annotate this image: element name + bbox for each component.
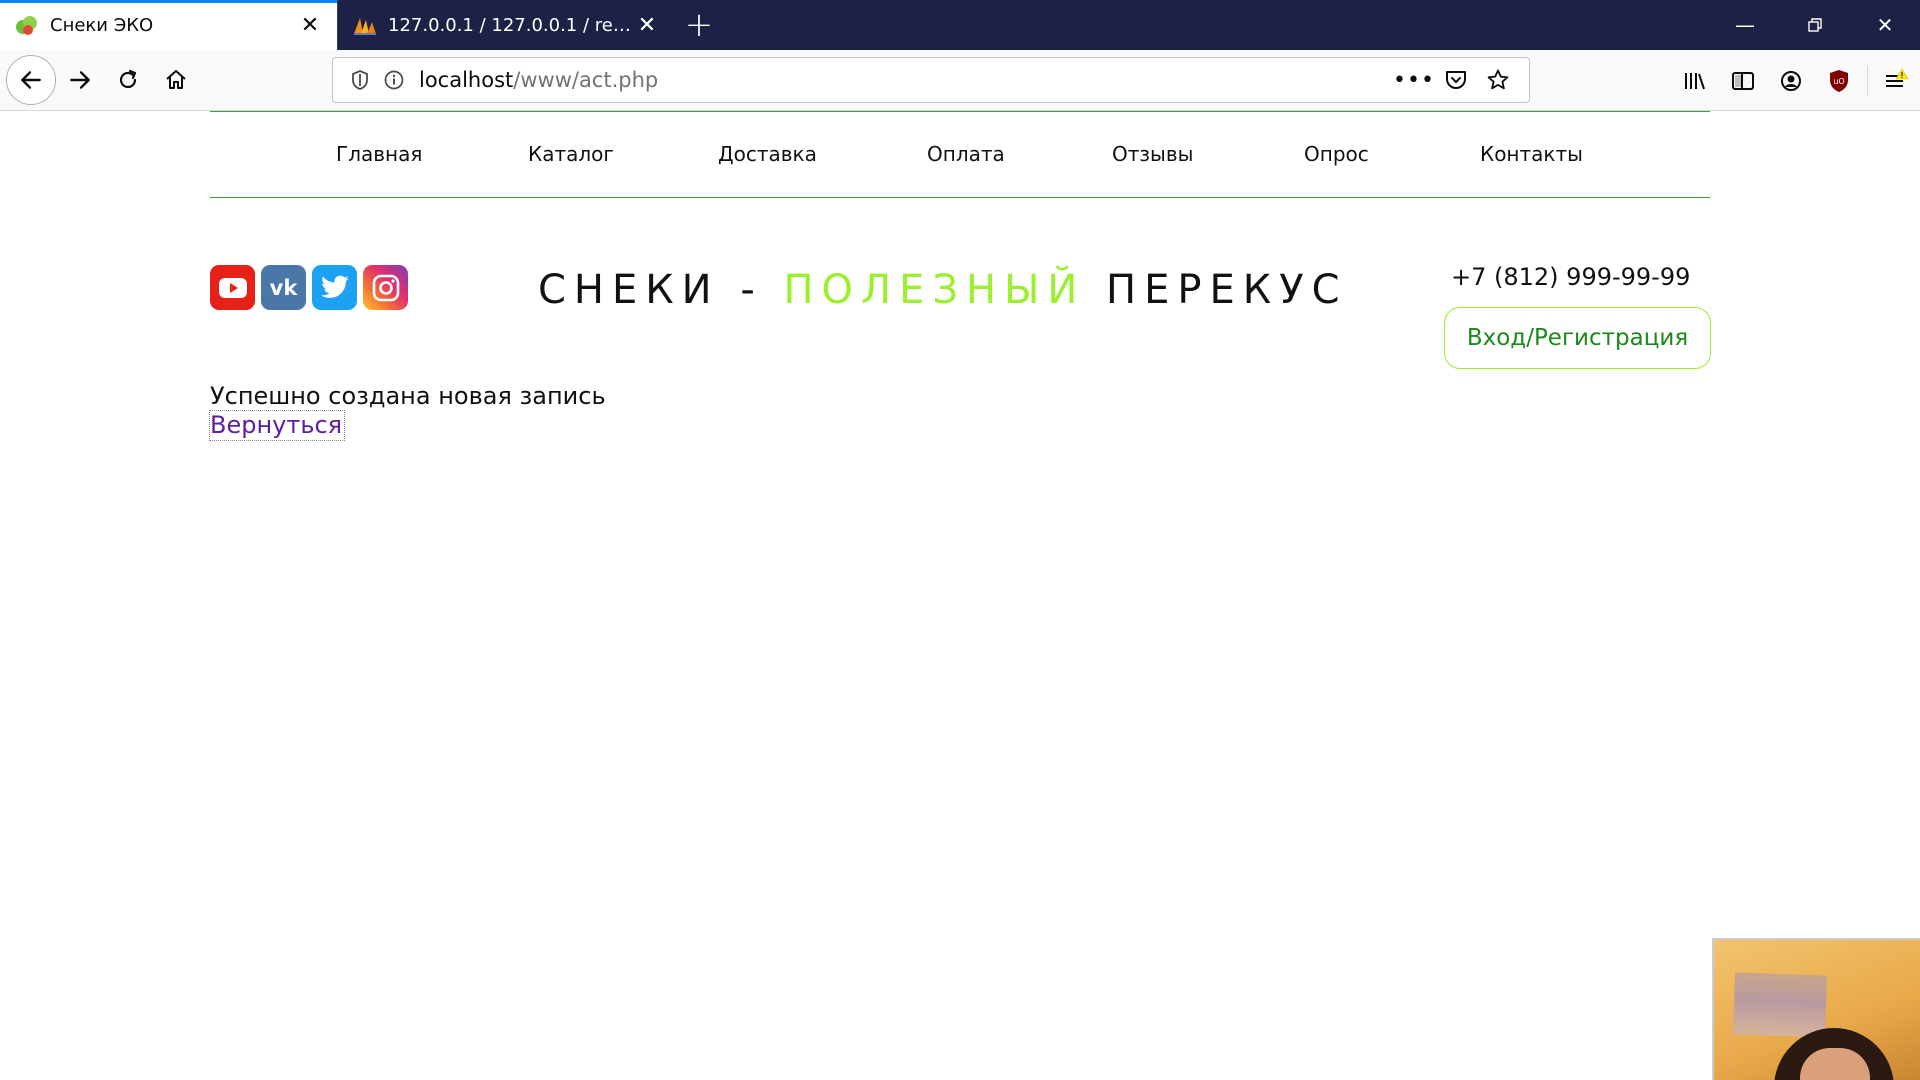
navigation-toolbar: localhost/www/act.php ••• uO xyxy=(0,50,1920,111)
toolbar-separator xyxy=(1867,65,1868,96)
arrow-left-icon xyxy=(21,71,41,89)
phpmyadmin-favicon-icon xyxy=(354,18,376,35)
ublock-origin-icon[interactable]: uO xyxy=(1815,57,1863,105)
status-message: Успешно создана новая запись xyxy=(210,382,606,410)
login-register-button[interactable]: Вход/Регистрация xyxy=(1444,307,1711,369)
social-links: vk xyxy=(210,265,408,310)
home-icon xyxy=(166,70,186,89)
site-menu: Главная Каталог Доставка Оплата Отзывы О… xyxy=(210,111,1710,198)
wall-picture xyxy=(1732,972,1828,1038)
site-slogan: СНЕКИ - ПОЛЕЗНЫЙ ПЕРЕКУС xyxy=(538,267,1348,313)
phone-number: +7 (812) 999-99-99 xyxy=(1451,263,1691,291)
menu-item-delivery[interactable]: Доставка xyxy=(718,142,817,166)
pocket-icon[interactable] xyxy=(1435,69,1477,91)
back-button[interactable] xyxy=(6,55,56,105)
menu-item-home[interactable]: Главная xyxy=(336,142,422,166)
webcam-overlay xyxy=(1712,938,1920,1080)
bookmark-star-icon[interactable] xyxy=(1477,68,1519,92)
instagram-icon[interactable] xyxy=(363,265,408,310)
twitter-icon[interactable] xyxy=(312,265,357,310)
back-link[interactable]: Вернуться xyxy=(208,410,346,441)
reload-button[interactable] xyxy=(104,56,152,104)
hamburger-menu-icon[interactable] xyxy=(1872,57,1920,105)
reload-icon xyxy=(119,69,137,89)
tab-active[interactable]: Снеки ЭКО ✕ xyxy=(0,0,337,50)
slogan-part-1: СНЕКИ - xyxy=(538,267,784,313)
page-actions-icon[interactable]: ••• xyxy=(1393,68,1435,93)
arrow-right-icon xyxy=(70,71,90,89)
tab-title: 127.0.0.1 / 127.0.0.1 / register_f xyxy=(388,14,634,36)
new-tab-button[interactable]: + xyxy=(674,0,724,50)
toolbar-right: uO xyxy=(1671,50,1920,111)
window-controls: — ✕ xyxy=(1710,0,1920,50)
tab-inactive[interactable]: 127.0.0.1 / 127.0.0.1 / register_f ✕ xyxy=(337,0,674,50)
close-tab-icon[interactable]: ✕ xyxy=(297,12,323,38)
close-window-icon[interactable]: ✕ xyxy=(1850,0,1920,50)
slogan-highlight: ПОЛЕЗНЫЙ xyxy=(783,267,1086,313)
page-viewport: Главная Каталог Доставка Оплата Отзывы О… xyxy=(0,111,1920,1080)
info-icon[interactable] xyxy=(377,69,411,91)
vk-icon[interactable]: vk xyxy=(261,265,306,310)
url-path: /www/act.php xyxy=(513,68,659,92)
url-host: localhost xyxy=(419,68,514,92)
tab-bar: Снеки ЭКО ✕ 127.0.0.1 / 127.0.0.1 / regi… xyxy=(0,0,1920,50)
menu-item-catalog[interactable]: Каталог xyxy=(528,142,614,166)
forward-button[interactable] xyxy=(56,56,104,104)
leaf-favicon-icon xyxy=(16,16,37,35)
home-button[interactable] xyxy=(152,56,200,104)
address-bar[interactable]: localhost/www/act.php ••• xyxy=(332,57,1530,103)
tab-title: Снеки ЭКО xyxy=(50,14,154,36)
sidebar-icon[interactable] xyxy=(1719,57,1767,105)
account-icon[interactable] xyxy=(1767,57,1815,105)
svg-text:uO: uO xyxy=(1833,77,1844,86)
library-icon[interactable] xyxy=(1671,57,1719,105)
shield-icon[interactable] xyxy=(343,69,377,91)
close-tab-icon[interactable]: ✕ xyxy=(634,12,660,38)
vk-icon-text: vk xyxy=(269,275,298,300)
menu-item-reviews[interactable]: Отзывы xyxy=(1112,142,1193,166)
menu-item-contacts[interactable]: Контакты xyxy=(1480,142,1583,166)
youtube-icon[interactable] xyxy=(210,265,255,310)
url-text[interactable]: localhost/www/act.php xyxy=(411,68,1393,92)
minimize-icon[interactable]: — xyxy=(1710,0,1780,50)
restore-icon[interactable] xyxy=(1780,0,1850,50)
slogan-part-2: ПЕРЕКУС xyxy=(1085,267,1348,313)
menu-item-payment[interactable]: Оплата xyxy=(927,142,1005,166)
menu-item-survey[interactable]: Опрос xyxy=(1304,142,1369,166)
